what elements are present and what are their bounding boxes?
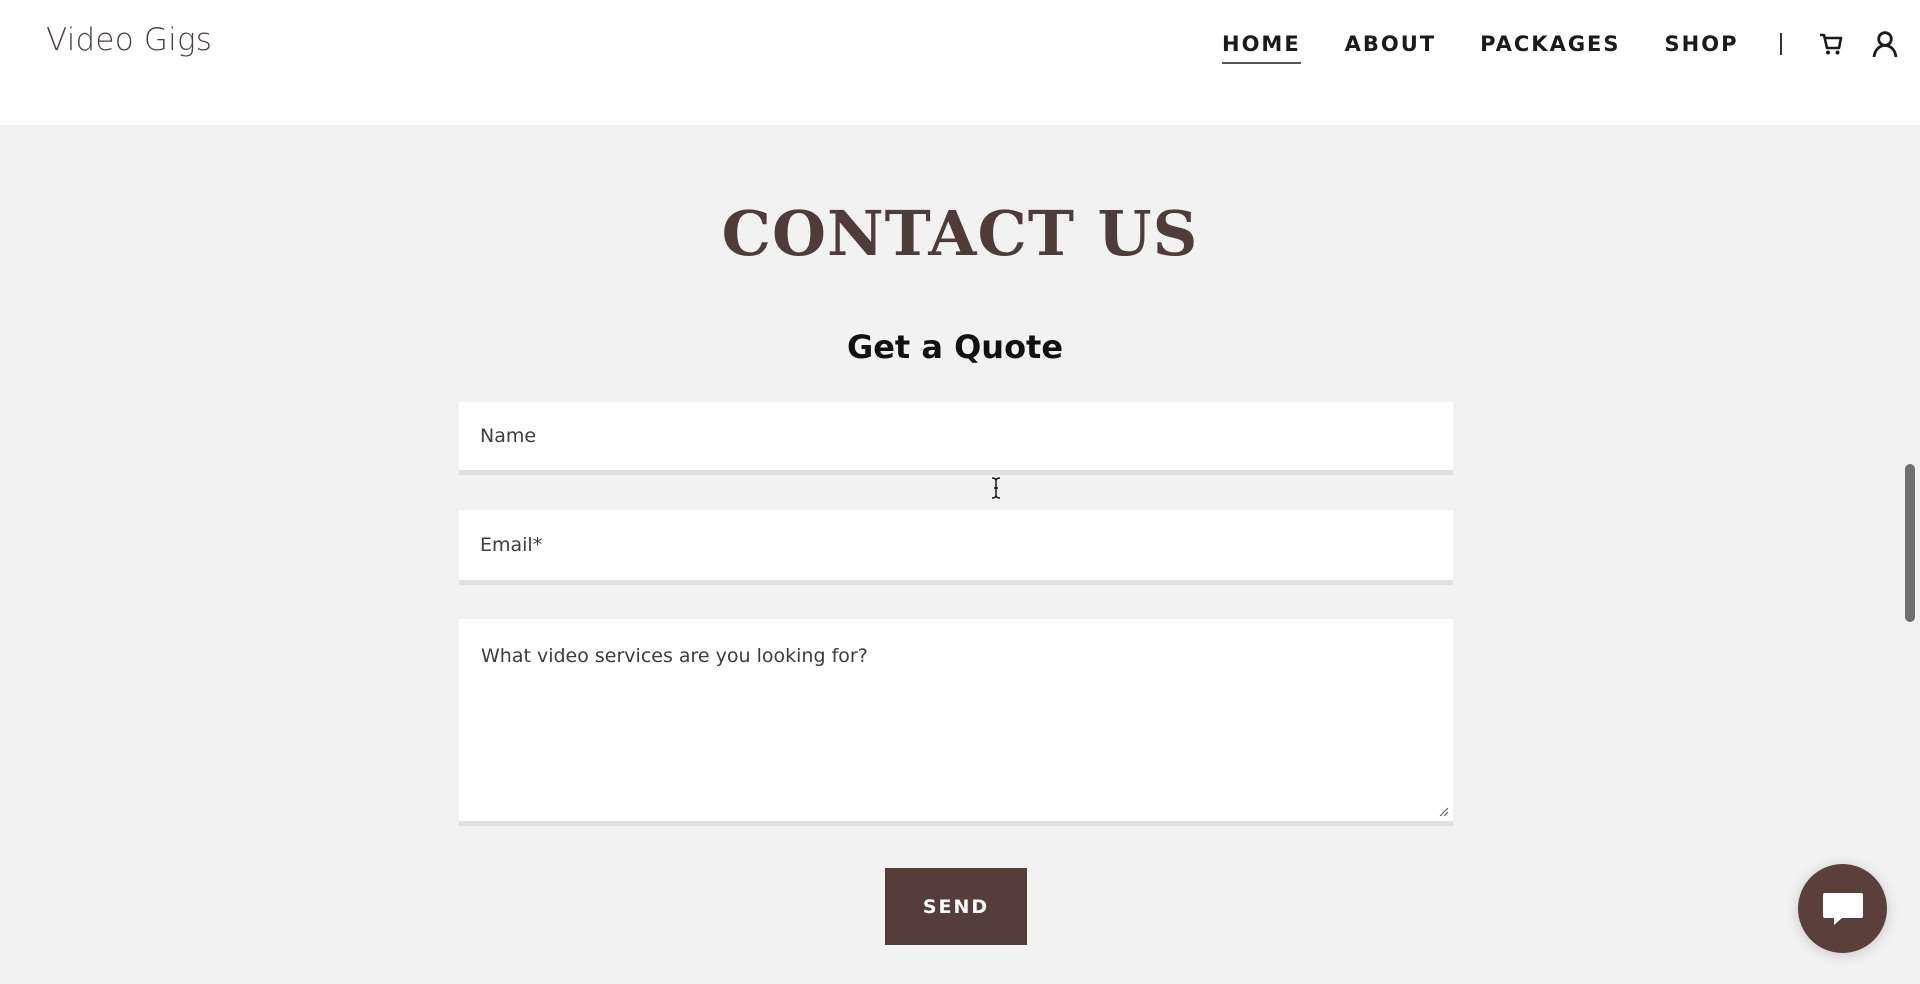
chat-button[interactable] (1798, 864, 1887, 953)
email-field-wrapper (459, 510, 1453, 585)
nav-home[interactable]: HOME (1222, 32, 1301, 64)
text-cursor-icon (991, 477, 1001, 499)
nav-packages[interactable]: PACKAGES (1480, 32, 1620, 56)
site-header: Video Gigs HOME ABOUT PACKAGES SHOP (0, 0, 1920, 125)
scrollbar-thumb[interactable] (1905, 464, 1915, 622)
send-button[interactable]: SEND (885, 868, 1027, 945)
email-input[interactable] (459, 510, 1453, 580)
cart-icon (1820, 33, 1843, 55)
account-icon (1873, 31, 1898, 58)
nav-shop[interactable]: SHOP (1665, 32, 1739, 56)
main-nav: HOME ABOUT PACKAGES SHOP (1222, 28, 1920, 64)
page-title: CONTACT US (721, 197, 1199, 270)
cart-button[interactable] (1816, 29, 1846, 59)
message-textarea[interactable] (459, 619, 1453, 821)
nav-divider (1780, 33, 1783, 55)
name-field-wrapper (459, 402, 1453, 475)
site-logo[interactable]: Video Gigs (46, 22, 212, 58)
nav-about[interactable]: ABOUT (1345, 32, 1437, 56)
chat-icon (1822, 892, 1863, 925)
account-button[interactable] (1870, 29, 1900, 59)
message-field-wrapper (459, 619, 1453, 826)
name-input[interactable] (459, 402, 1453, 470)
form-subtitle: Get a Quote (846, 328, 1064, 366)
resize-grip-icon[interactable] (1439, 807, 1449, 817)
